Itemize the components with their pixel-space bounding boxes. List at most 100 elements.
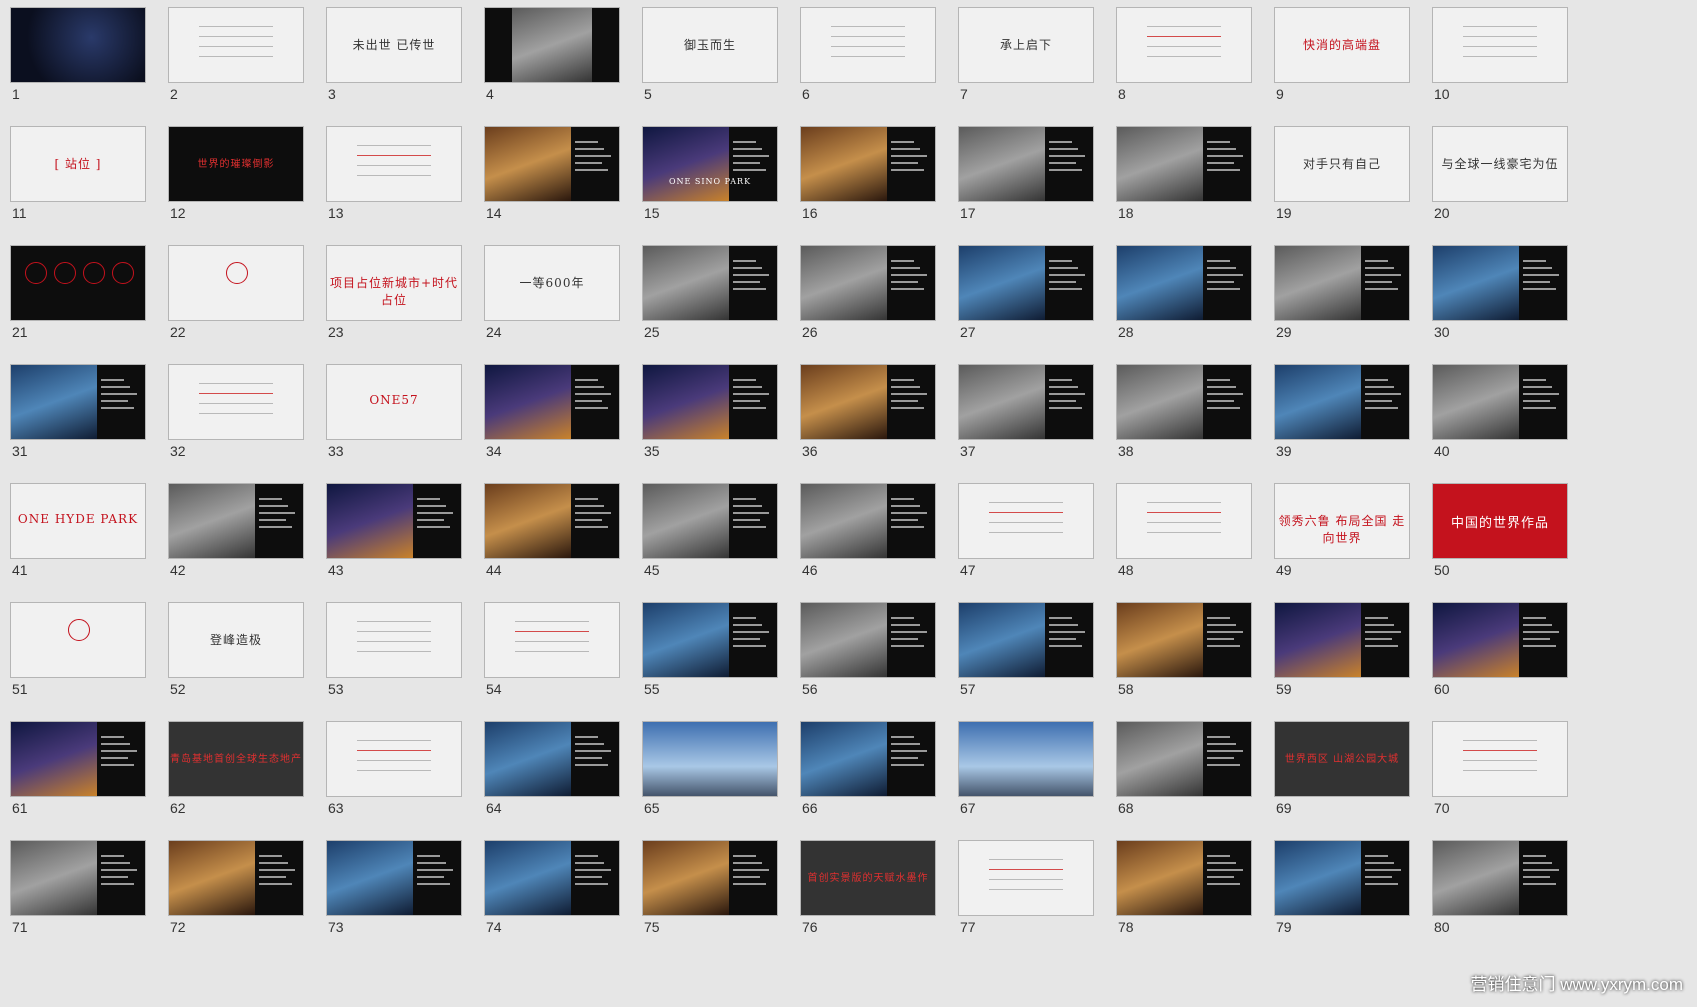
slide-thumbnail-40[interactable]: 40: [1432, 364, 1568, 484]
slide-thumbnail-31[interactable]: 31: [10, 364, 146, 484]
slide-thumbnail-6[interactable]: 6: [800, 7, 936, 127]
slide-preview[interactable]: [1116, 721, 1252, 797]
slide-preview[interactable]: [1274, 364, 1410, 440]
slide-preview[interactable]: 快消的高端盘: [1274, 7, 1410, 83]
slide-preview[interactable]: 未出世 已传世: [326, 7, 462, 83]
slide-thumbnail-24[interactable]: 一等600年 24: [484, 245, 620, 365]
slide-preview[interactable]: [958, 602, 1094, 678]
slide-thumbnail-65[interactable]: 65: [642, 721, 778, 841]
slide-preview[interactable]: [800, 7, 936, 83]
slide-preview[interactable]: 与全球一线豪宅为伍: [1432, 126, 1568, 202]
slide-preview[interactable]: [326, 126, 462, 202]
slide-preview[interactable]: [642, 721, 778, 797]
slide-thumbnail-62[interactable]: 青岛基地首创全球生态地产 62: [168, 721, 304, 841]
slide-thumbnail-59[interactable]: 59: [1274, 602, 1410, 722]
slide-preview[interactable]: [958, 483, 1094, 559]
slide-preview[interactable]: [1274, 245, 1410, 321]
slide-thumbnail-55[interactable]: 55: [642, 602, 778, 722]
slide-thumbnail-28[interactable]: 28: [1116, 245, 1252, 365]
slide-preview[interactable]: [958, 364, 1094, 440]
slide-thumbnail-53[interactable]: 53: [326, 602, 462, 722]
slide-preview[interactable]: [1116, 602, 1252, 678]
slide-preview[interactable]: [484, 483, 620, 559]
slide-thumbnail-46[interactable]: 46: [800, 483, 936, 603]
slide-thumbnail-45[interactable]: 45: [642, 483, 778, 603]
slide-thumbnail-38[interactable]: 38: [1116, 364, 1252, 484]
slide-thumbnail-57[interactable]: 57: [958, 602, 1094, 722]
slide-thumbnail-51[interactable]: 51: [10, 602, 146, 722]
slide-preview[interactable]: 御玉而生: [642, 7, 778, 83]
slide-thumbnail-68[interactable]: 68: [1116, 721, 1252, 841]
slide-preview[interactable]: [800, 245, 936, 321]
slide-preview[interactable]: 领秀六鲁 布局全国 走向世界: [1274, 483, 1410, 559]
slide-preview[interactable]: [1432, 7, 1568, 83]
slide-preview[interactable]: [642, 245, 778, 321]
slide-preview[interactable]: 世界的璀璨倒影: [168, 126, 304, 202]
slide-thumbnail-58[interactable]: 58: [1116, 602, 1252, 722]
slide-preview[interactable]: [168, 7, 304, 83]
slide-thumbnail-3[interactable]: 未出世 已传世 3: [326, 7, 462, 127]
slide-thumbnail-36[interactable]: 36: [800, 364, 936, 484]
slide-preview[interactable]: [1116, 126, 1252, 202]
slide-preview[interactable]: [484, 126, 620, 202]
slide-thumbnail-4[interactable]: 4: [484, 7, 620, 127]
slide-preview[interactable]: [1116, 483, 1252, 559]
slide-thumbnail-75[interactable]: 75: [642, 840, 778, 960]
slide-thumbnail-9[interactable]: 快消的高端盘 9: [1274, 7, 1410, 127]
slide-thumbnail-35[interactable]: 35: [642, 364, 778, 484]
slide-preview[interactable]: [484, 602, 620, 678]
slide-thumbnail-8[interactable]: 8: [1116, 7, 1252, 127]
slide-preview[interactable]: [958, 840, 1094, 916]
slide-thumbnail-60[interactable]: 60: [1432, 602, 1568, 722]
slide-thumbnail-49[interactable]: 领秀六鲁 布局全国 走向世界 49: [1274, 483, 1410, 603]
slide-preview[interactable]: [1432, 245, 1568, 321]
slide-preview[interactable]: [484, 7, 620, 83]
slide-preview[interactable]: ONE57: [326, 364, 462, 440]
slide-preview[interactable]: [1432, 721, 1568, 797]
slide-preview[interactable]: [168, 483, 304, 559]
slide-preview[interactable]: 登峰造极: [168, 602, 304, 678]
slide-thumbnail-64[interactable]: 64: [484, 721, 620, 841]
slide-thumbnail-10[interactable]: 10: [1432, 7, 1568, 127]
slide-thumbnail-33[interactable]: ONE57 33: [326, 364, 462, 484]
slide-thumbnail-76[interactable]: 首创实景版的天赋水墨作 76: [800, 840, 936, 960]
slide-preview[interactable]: [10, 245, 146, 321]
slide-preview[interactable]: [484, 364, 620, 440]
slide-thumbnail-66[interactable]: 66: [800, 721, 936, 841]
slide-preview[interactable]: [10, 721, 146, 797]
slide-preview[interactable]: [1116, 364, 1252, 440]
slide-thumbnail-34[interactable]: 34: [484, 364, 620, 484]
slide-thumbnail-71[interactable]: 71: [10, 840, 146, 960]
slide-preview[interactable]: [1432, 364, 1568, 440]
slide-preview[interactable]: [10, 602, 146, 678]
slide-thumbnail-16[interactable]: 16: [800, 126, 936, 246]
slide-preview[interactable]: [10, 364, 146, 440]
slide-preview[interactable]: [1116, 245, 1252, 321]
slide-preview[interactable]: [326, 840, 462, 916]
slide-thumbnail-61[interactable]: 61: [10, 721, 146, 841]
slide-thumbnail-77[interactable]: 77: [958, 840, 1094, 960]
slide-thumbnail-67[interactable]: 67: [958, 721, 1094, 841]
slide-thumbnail-47[interactable]: 47: [958, 483, 1094, 603]
slide-thumbnail-2[interactable]: 2: [168, 7, 304, 127]
slide-thumbnail-30[interactable]: 30: [1432, 245, 1568, 365]
slide-thumbnail-72[interactable]: 72: [168, 840, 304, 960]
slide-preview[interactable]: [168, 364, 304, 440]
slide-preview[interactable]: [1274, 602, 1410, 678]
slide-thumbnail-73[interactable]: 73: [326, 840, 462, 960]
slide-thumbnail-12[interactable]: 世界的璀璨倒影 12: [168, 126, 304, 246]
slide-thumbnail-41[interactable]: ONE HYDE PARK 41: [10, 483, 146, 603]
slide-thumbnail-52[interactable]: 登峰造极 52: [168, 602, 304, 722]
slide-preview[interactable]: [800, 126, 936, 202]
slide-thumbnail-43[interactable]: 43: [326, 483, 462, 603]
slide-thumbnail-70[interactable]: 70: [1432, 721, 1568, 841]
slide-preview[interactable]: [1274, 840, 1410, 916]
slide-thumbnail-13[interactable]: 13: [326, 126, 462, 246]
slide-thumbnail-20[interactable]: 与全球一线豪宅为伍 20: [1432, 126, 1568, 246]
slide-thumbnail-79[interactable]: 79: [1274, 840, 1410, 960]
slide-thumbnail-27[interactable]: 27: [958, 245, 1094, 365]
slide-preview[interactable]: [168, 840, 304, 916]
slide-thumbnail-21[interactable]: 21: [10, 245, 146, 365]
slide-preview[interactable]: [958, 126, 1094, 202]
slide-thumbnail-42[interactable]: 42: [168, 483, 304, 603]
